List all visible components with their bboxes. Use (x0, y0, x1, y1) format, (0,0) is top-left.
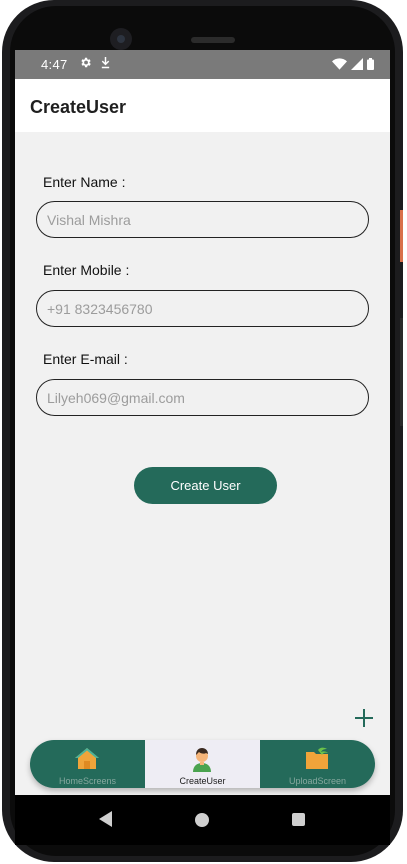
mobile-field[interactable]: +91 8323456780 (36, 290, 369, 327)
page-title: CreateUser (30, 97, 127, 117)
tab-uploadscreen-label: UploadScreen (288, 776, 347, 786)
home-button-icon[interactable] (195, 813, 209, 827)
power-button (400, 210, 403, 262)
email-field-value: Lilyeh069@gmail.com (47, 390, 185, 406)
upload-folder-icon (306, 747, 328, 769)
plus-icon[interactable] (354, 708, 374, 728)
system-navigation-bar (15, 795, 390, 845)
download-icon (101, 57, 110, 69)
tab-createuser[interactable]: CreateUser (145, 740, 260, 788)
tab-homescreens-label: HomeScreens (58, 776, 117, 786)
email-label: Enter E-mail : (43, 351, 128, 367)
status-time: 4:47 (41, 57, 68, 72)
home-icon (75, 748, 99, 769)
status-icons-left (79, 56, 111, 69)
user-avatar-icon (193, 748, 211, 772)
status-bar: 4:47 (15, 50, 390, 79)
battery-icon (367, 58, 374, 70)
status-icons-right (332, 58, 374, 70)
wifi-icon (332, 58, 347, 70)
create-user-button[interactable]: Create User (134, 467, 277, 504)
email-field[interactable]: Lilyeh069@gmail.com (36, 379, 369, 416)
front-camera (110, 28, 132, 50)
earpiece-speaker (191, 37, 235, 43)
app-bar: CreateUser (15, 79, 390, 132)
name-field-value: Vishal Mishra (47, 212, 131, 228)
mobile-field-value: +91 8323456780 (47, 301, 153, 317)
bottom-navigation: HomeScreens CreateUser UploadScreen (30, 740, 375, 788)
back-icon[interactable] (99, 811, 113, 827)
signal-icon (351, 58, 363, 70)
recents-icon[interactable] (292, 813, 305, 826)
volume-button (400, 318, 403, 426)
tab-uploadscreen[interactable]: UploadScreen (260, 740, 375, 788)
gear-icon (81, 57, 91, 68)
mobile-label: Enter Mobile : (43, 262, 130, 278)
name-field[interactable]: Vishal Mishra (36, 201, 369, 238)
name-label: Enter Name : (43, 174, 126, 190)
app-screen: 4:47 CreateUser Enter Name : Vishal Mish… (15, 50, 390, 845)
tab-createuser-label: CreateUser (179, 776, 226, 786)
tab-homescreens[interactable]: HomeScreens (30, 740, 145, 788)
